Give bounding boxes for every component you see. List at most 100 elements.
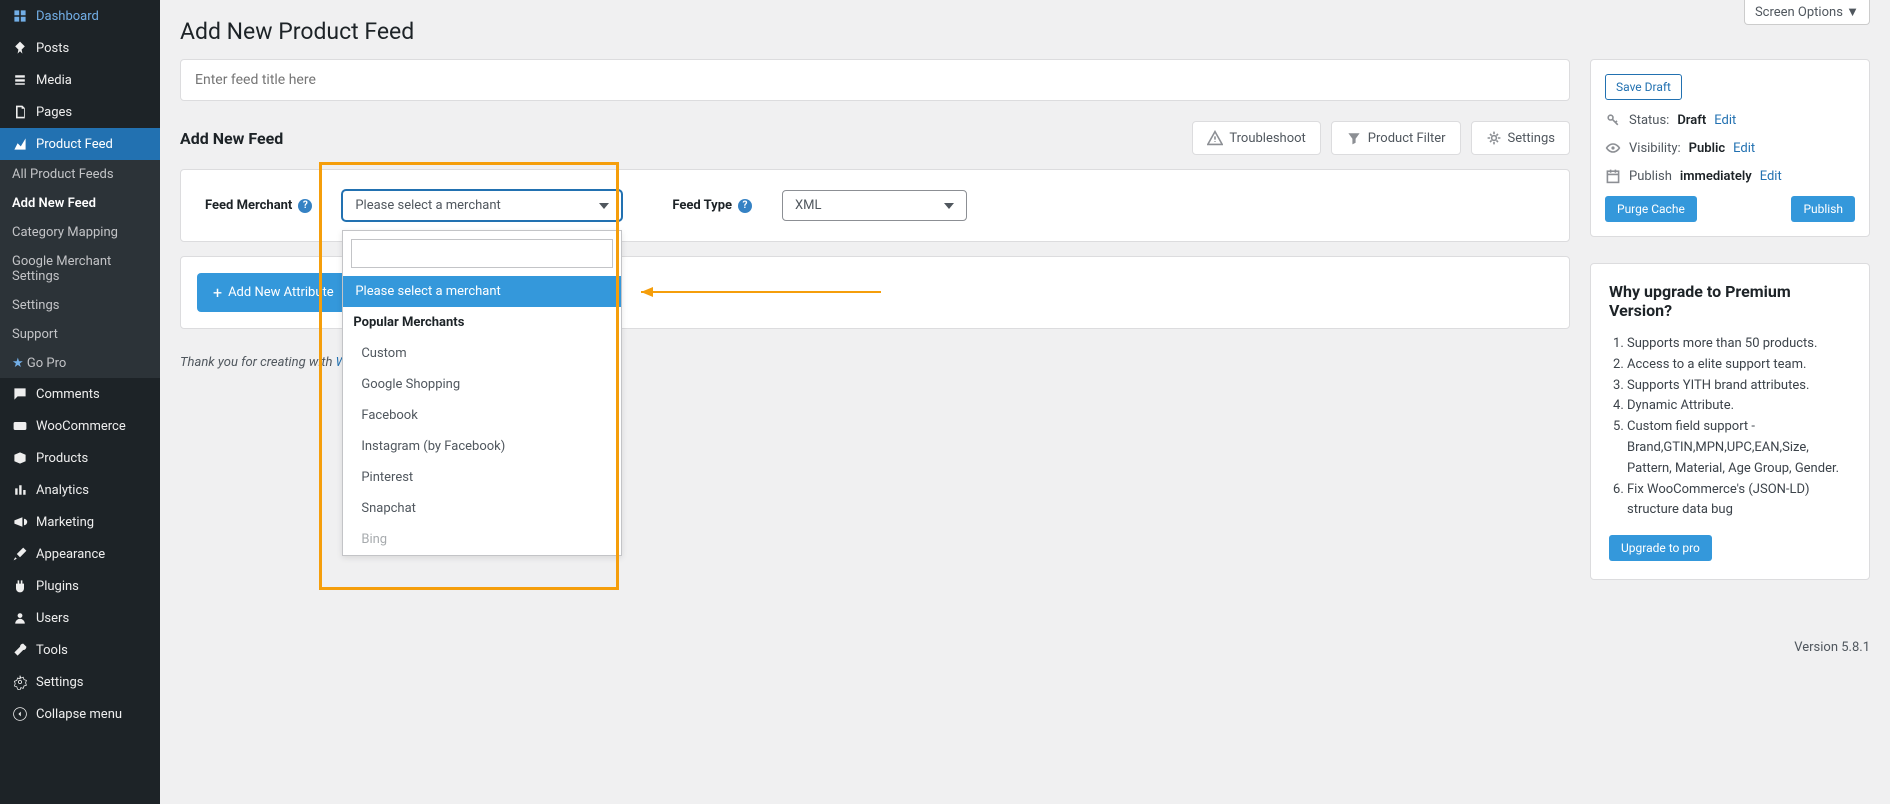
dropdown-group-popular: Popular Merchants: [343, 307, 621, 338]
gear-icon: [1486, 130, 1502, 146]
label: Media: [36, 73, 72, 88]
settings-button[interactable]: Settings: [1471, 121, 1570, 155]
publish-button[interactable]: Publish: [1791, 196, 1855, 222]
feed-title-input[interactable]: [180, 59, 1570, 101]
sidebar-item-woocommerce[interactable]: WooCommerce: [0, 410, 160, 442]
sidebar-item-posts[interactable]: Posts: [0, 32, 160, 64]
eye-icon: [1605, 140, 1621, 156]
sidebar-item-users[interactable]: Users: [0, 602, 160, 634]
list-item: Access to a elite support team.: [1627, 355, 1851, 376]
help-icon[interactable]: ?: [298, 199, 312, 213]
key-icon: [1605, 112, 1621, 128]
sidebar-item-tools[interactable]: Tools: [0, 634, 160, 666]
dropdown-option[interactable]: Facebook: [343, 400, 621, 431]
sidebar-item-collapse[interactable]: Collapse menu: [0, 698, 160, 730]
woo-icon: [12, 418, 28, 434]
help-icon[interactable]: ?: [738, 199, 752, 213]
box-icon: [12, 450, 28, 466]
list-item: Dynamic Attribute.: [1627, 396, 1851, 417]
merchant-dropdown: Please select a merchant Popular Merchan…: [342, 230, 622, 556]
label: WooCommerce: [36, 419, 126, 434]
publish-box: Save Draft Status: Draft Edit Visibility…: [1590, 59, 1870, 237]
dropdown-search-input[interactable]: [351, 239, 613, 268]
dropdown-option[interactable]: Bing: [343, 524, 621, 555]
sidebar-item-marketing[interactable]: Marketing: [0, 506, 160, 538]
sub-go-pro[interactable]: ★ Go Pro: [0, 349, 160, 378]
sidebar-item-appearance[interactable]: Appearance: [0, 538, 160, 570]
sidebar-item-dashboard[interactable]: Dashboard: [0, 0, 160, 32]
dropdown-option[interactable]: Google Shopping: [343, 369, 621, 400]
comment-icon: [12, 386, 28, 402]
sub-all-feeds[interactable]: All Product Feeds: [0, 160, 160, 189]
sub-support[interactable]: Support: [0, 320, 160, 349]
sub-google-merchant[interactable]: Google Merchant Settings: [0, 247, 160, 291]
star-icon: ★: [12, 356, 24, 371]
edit-visibility-link[interactable]: Edit: [1733, 141, 1755, 156]
sidebar-item-product-feed[interactable]: Product Feed: [0, 128, 160, 160]
label: Comments: [36, 387, 100, 402]
megaphone-icon: [12, 514, 28, 530]
edit-publish-link[interactable]: Edit: [1760, 169, 1782, 184]
sidebar-item-analytics[interactable]: Analytics: [0, 474, 160, 506]
sub-settings[interactable]: Settings: [0, 291, 160, 320]
merchant-select[interactable]: Please select a merchant: [342, 190, 622, 221]
sidebar-item-comments[interactable]: Comments: [0, 378, 160, 410]
sidebar-item-settings[interactable]: Settings: [0, 666, 160, 698]
troubleshoot-button[interactable]: Troubleshoot: [1192, 121, 1320, 155]
tools-icon: [12, 642, 28, 658]
section-title: Add New Feed: [180, 129, 283, 148]
feed-type-label: Feed Type?: [672, 198, 752, 213]
sub-add-new-feed[interactable]: Add New Feed: [0, 189, 160, 218]
label: Plugins: [36, 579, 79, 594]
dropdown-option[interactable]: Snapchat: [343, 493, 621, 524]
calendar-icon: [1605, 168, 1621, 184]
feed-type-select[interactable]: XML: [782, 190, 967, 221]
version-text: Version 5.8.1: [1590, 640, 1870, 655]
upgrade-title: Why upgrade to Premium Version?: [1609, 282, 1851, 320]
add-attribute-button[interactable]: +Add New Attribute: [197, 273, 350, 312]
label: Tools: [36, 643, 68, 658]
sidebar-item-plugins[interactable]: Plugins: [0, 570, 160, 602]
main-content: Screen Options ▼ Add New Product Feed Ad…: [160, 0, 1890, 804]
dropdown-option[interactable]: Pinterest: [343, 462, 621, 493]
label: Users: [36, 611, 69, 626]
feed-config-card: Feed Merchant? Please select a merchant …: [180, 169, 1570, 242]
plug-icon: [12, 578, 28, 594]
pin-icon: [12, 40, 28, 56]
sidebar-item-media[interactable]: Media: [0, 64, 160, 96]
visibility-line: Visibility: Public Edit: [1605, 140, 1855, 156]
label: Product Feed: [36, 137, 113, 152]
upgrade-list: Supports more than 50 products. Access t…: [1627, 334, 1851, 521]
product-filter-button[interactable]: Product Filter: [1331, 121, 1461, 155]
right-column: Save Draft Status: Draft Edit Visibility…: [1590, 59, 1870, 655]
label: Settings: [36, 675, 83, 690]
screen-options-tab[interactable]: Screen Options ▼: [1744, 0, 1870, 25]
sidebar-item-pages[interactable]: Pages: [0, 96, 160, 128]
dropdown-option-placeholder[interactable]: Please select a merchant: [343, 276, 621, 307]
dropdown-option[interactable]: Instagram (by Facebook): [343, 431, 621, 462]
label: Pages: [36, 105, 72, 120]
label: Products: [36, 451, 88, 466]
chart-icon: [12, 136, 28, 152]
label: Marketing: [36, 515, 94, 530]
purge-cache-button[interactable]: Purge Cache: [1605, 196, 1697, 222]
dashboard-icon: [12, 8, 28, 24]
sidebar-item-products[interactable]: Products: [0, 442, 160, 474]
status-line: Status: Draft Edit: [1605, 112, 1855, 128]
list-item: Fix WooCommerce's (JSON-LD) structure da…: [1627, 480, 1851, 522]
dropdown-option[interactable]: Custom: [343, 338, 621, 369]
dropdown-list[interactable]: Please select a merchant Popular Merchan…: [343, 276, 621, 555]
list-item: Custom field support - Brand,GTIN,MPN,UP…: [1627, 417, 1851, 479]
admin-sidebar: Dashboard Posts Media Pages Product Feed…: [0, 0, 160, 804]
collapse-icon: [12, 706, 28, 722]
label: Analytics: [36, 483, 89, 498]
sub-category-mapping[interactable]: Category Mapping: [0, 218, 160, 247]
filter-icon: [1346, 130, 1362, 146]
upgrade-button[interactable]: Upgrade to pro: [1609, 535, 1712, 561]
sidebar-submenu: All Product Feeds Add New Feed Category …: [0, 160, 160, 378]
edit-status-link[interactable]: Edit: [1714, 113, 1736, 128]
save-draft-button[interactable]: Save Draft: [1605, 74, 1682, 100]
label: Posts: [36, 41, 69, 56]
plus-icon: +: [213, 283, 222, 302]
label: Dashboard: [36, 9, 99, 24]
